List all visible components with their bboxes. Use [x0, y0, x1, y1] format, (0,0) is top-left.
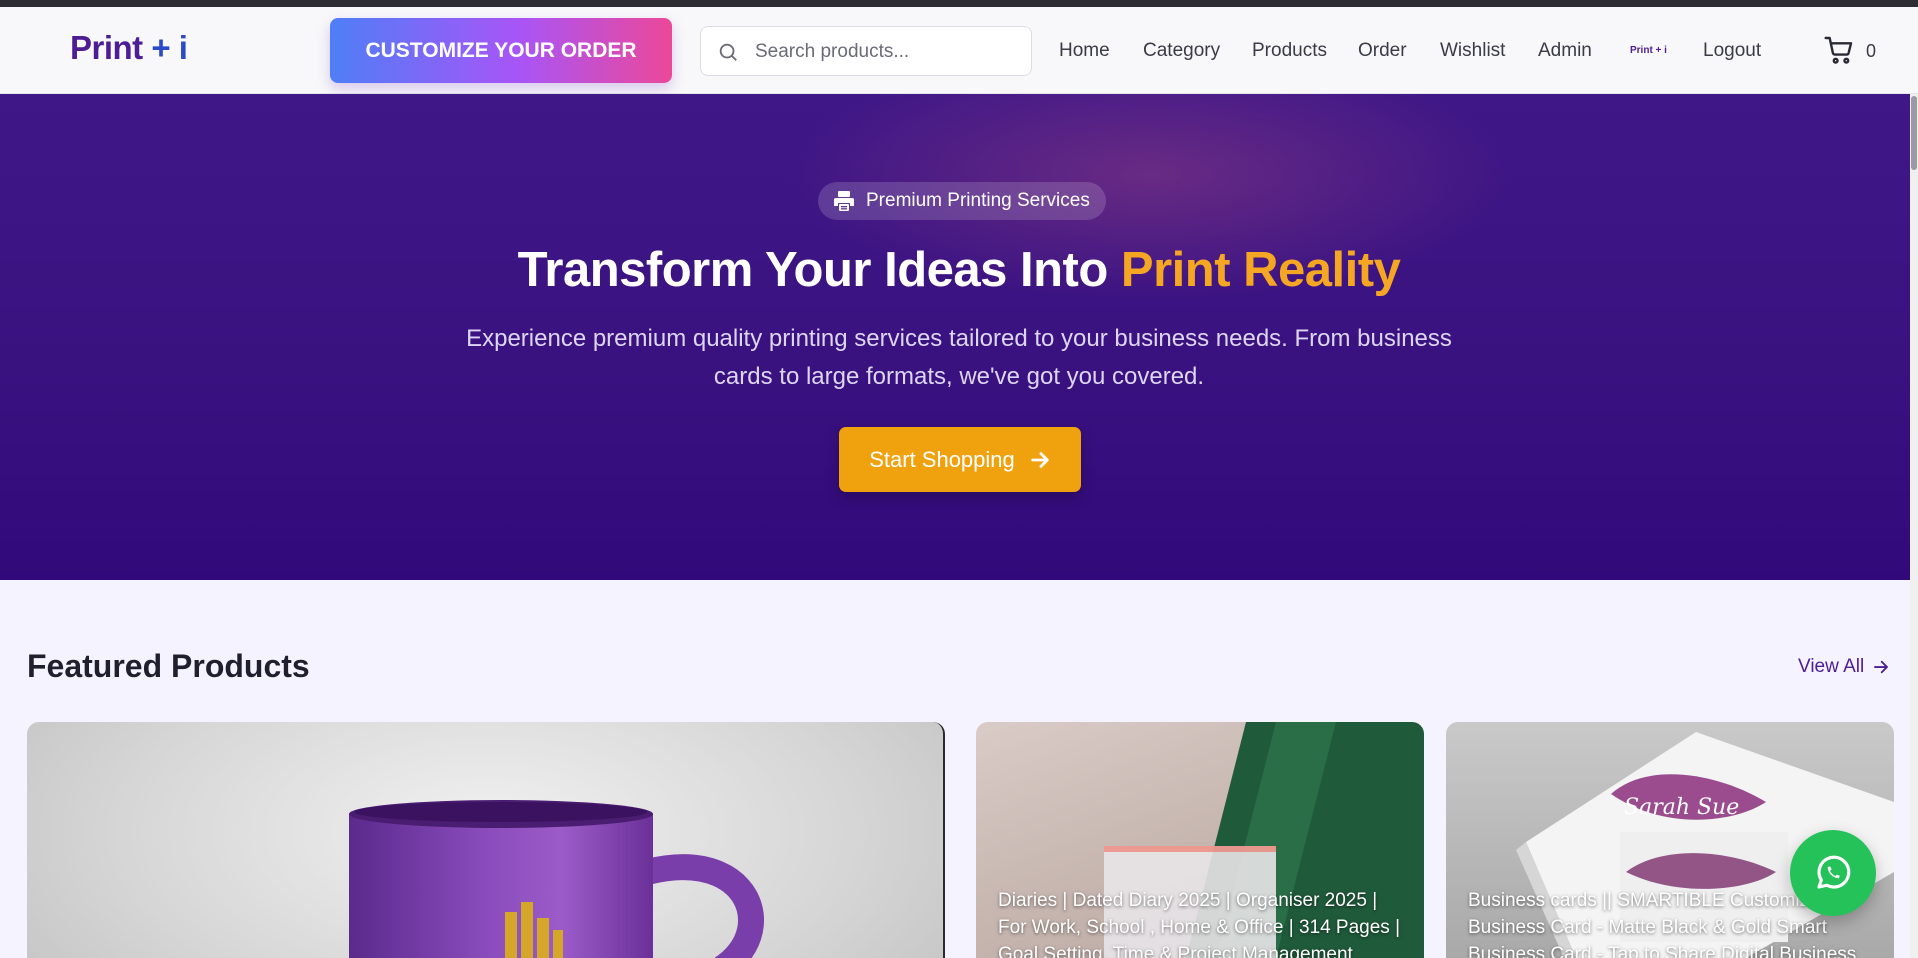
- search-icon: [719, 43, 737, 61]
- nav-admin[interactable]: Admin: [1538, 40, 1592, 62]
- arrow-right-icon: [1874, 660, 1889, 674]
- start-shopping-label: Start Shopping: [869, 446, 1015, 472]
- cart-button[interactable]: [1823, 34, 1855, 70]
- card-brand-text: Sarah Sue: [1624, 795, 1739, 820]
- nav-category[interactable]: Category: [1143, 40, 1220, 62]
- start-shopping-button[interactable]: Start Shopping: [839, 427, 1081, 492]
- scrollbar-thumb[interactable]: [1911, 96, 1917, 170]
- product-title: Diaries | Dated Diary 2025 | Organiser 2…: [998, 890, 1401, 958]
- nav-logout[interactable]: Logout: [1703, 40, 1761, 62]
- view-all-label: View All: [1798, 656, 1865, 677]
- product-card-mug[interactable]: [27, 722, 945, 958]
- hero-section: Premium Printing Services Transform Your…: [0, 94, 1910, 580]
- customize-order-button[interactable]: CUSTOMIZE YOUR ORDER: [330, 18, 672, 83]
- nav-products[interactable]: Products: [1252, 40, 1327, 62]
- logo-plus: +: [151, 29, 171, 66]
- hero-title-accent: Print Reality: [1120, 243, 1401, 297]
- printer-icon: [834, 191, 854, 211]
- search-input[interactable]: [755, 37, 1015, 67]
- logo-i: i: [178, 29, 188, 66]
- hero-title-main: Transform Your Ideas Into: [517, 243, 1121, 297]
- hero-badge: Premium Printing Services: [818, 182, 1106, 220]
- product-card-diary[interactable]: Diaries | Dated Diary 2025 | Organiser 2…: [976, 722, 1424, 958]
- nav-mini-logo[interactable]: Print + i: [1630, 45, 1667, 56]
- search-box: [700, 26, 1032, 76]
- nav-order[interactable]: Order: [1358, 40, 1407, 62]
- featured-products-title: Featured Products: [27, 648, 310, 684]
- view-all-link[interactable]: View All: [1798, 656, 1890, 678]
- browser-top-strip: [0, 0, 1918, 7]
- mug-image: [349, 800, 764, 958]
- hero-badge-label: Premium Printing Services: [866, 190, 1090, 211]
- cart-icon: [1824, 36, 1853, 64]
- page-scrollbar[interactable]: [1910, 94, 1918, 958]
- cart-count: 0: [1866, 41, 1877, 61]
- nav-wishlist[interactable]: Wishlist: [1440, 40, 1505, 62]
- arrow-right-icon: [1031, 451, 1049, 468]
- site-logo[interactable]: Print + i: [70, 29, 188, 67]
- hero-title: Transform Your Ideas Into Print Reality: [0, 242, 1918, 298]
- whatsapp-button[interactable]: [1790, 830, 1876, 916]
- nav-home[interactable]: Home: [1059, 40, 1110, 62]
- hero-subtitle: Experience premium quality printing serv…: [466, 325, 1452, 390]
- logo-text: Print: [70, 29, 143, 66]
- whatsapp-icon: [1817, 855, 1851, 889]
- site-header: Print + i CUSTOMIZE YOUR ORDER Home Cate…: [0, 7, 1918, 94]
